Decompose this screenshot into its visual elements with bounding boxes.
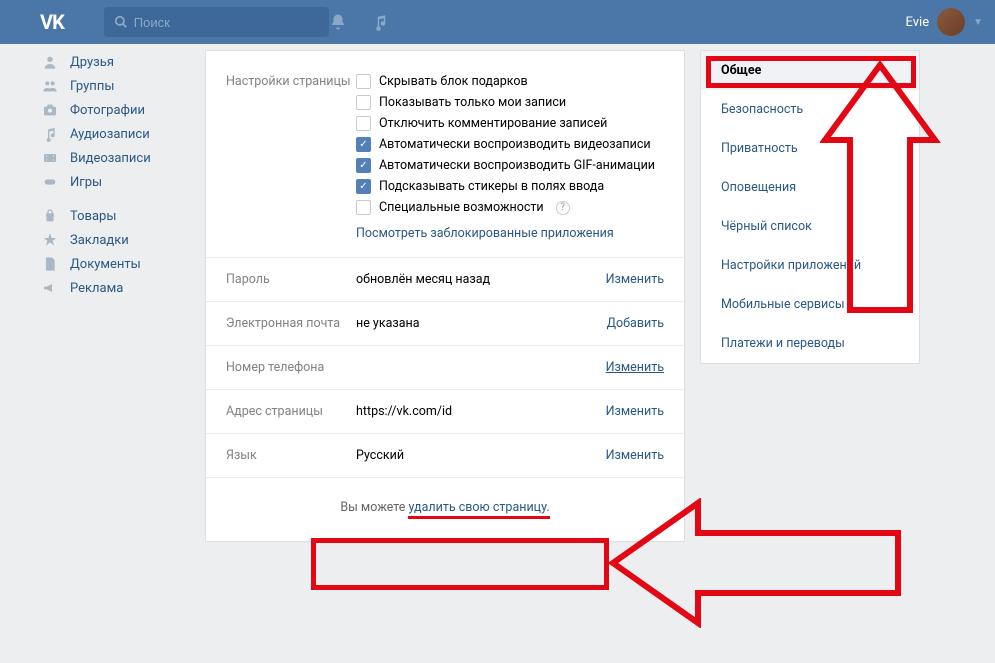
row-value: Русский bbox=[356, 448, 606, 463]
checkbox[interactable] bbox=[356, 74, 371, 89]
checkbox[interactable] bbox=[356, 95, 371, 110]
settings-panel: Настройки страницы Скрывать блок подарко… bbox=[205, 50, 685, 542]
checkbox-label: Подсказывать стикеры в полях ввода bbox=[379, 179, 604, 194]
video-icon bbox=[40, 150, 60, 166]
checkbox-label: Скрывать блок подарков bbox=[379, 74, 528, 89]
checkbox-row[interactable]: Подсказывать стикеры в полях ввода bbox=[356, 176, 664, 197]
row-label: Язык bbox=[226, 448, 356, 463]
row-action-link[interactable]: Добавить bbox=[607, 316, 664, 331]
chevron-down-icon: ▼ bbox=[973, 17, 983, 28]
avatar bbox=[937, 8, 965, 36]
left-sidebar: Друзья Группы Фотографии Аудиозаписи Вид… bbox=[40, 50, 190, 542]
sidebar-label: Фотографии bbox=[70, 103, 145, 118]
checkbox-row[interactable]: Отключить комментирование записей bbox=[356, 113, 664, 134]
sidebar-label: Группы bbox=[70, 79, 114, 94]
row-value: https://vk.com/id bbox=[356, 404, 606, 419]
row-label: Номер телефона bbox=[226, 360, 356, 375]
groups-icon bbox=[40, 78, 60, 94]
sidebar-label: Игры bbox=[70, 175, 102, 190]
page-settings-label: Настройки страницы bbox=[226, 71, 356, 241]
sidebar-item-market[interactable]: Товары bbox=[40, 204, 190, 228]
settings-row: Парольобновлён месяц назадИзменить bbox=[206, 257, 684, 301]
checkbox[interactable] bbox=[356, 116, 371, 131]
sidebar-item-games[interactable]: Игры bbox=[40, 170, 190, 194]
checkbox-label: Автоматически воспроизводить видеозаписи bbox=[379, 137, 651, 152]
settings-row: Электронная почтане указанаДобавить bbox=[206, 301, 684, 345]
delete-page-link[interactable]: удалить свою страницу. bbox=[408, 500, 549, 515]
row-action-link[interactable]: Изменить bbox=[606, 360, 664, 375]
sidebar-item-video[interactable]: Видеозаписи bbox=[40, 146, 190, 170]
checkbox-row[interactable]: Специальные возможности? bbox=[356, 197, 664, 218]
help-icon[interactable]: ? bbox=[556, 201, 570, 215]
view-blocked-apps-link[interactable]: Посмотреть заблокированные приложения bbox=[356, 218, 664, 241]
checkbox[interactable] bbox=[356, 200, 371, 215]
top-bar: VK Evie ▼ bbox=[0, 0, 995, 44]
sidebar-item-photos[interactable]: Фотографии bbox=[40, 98, 190, 122]
sidebar-label: Видеозаписи bbox=[70, 151, 151, 166]
checkbox[interactable] bbox=[356, 179, 371, 194]
row-action-link[interactable]: Изменить bbox=[606, 404, 664, 419]
settings-nav-item[interactable]: Платежи и переводы bbox=[701, 324, 919, 363]
star-icon bbox=[40, 232, 60, 248]
sidebar-item-friends[interactable]: Друзья bbox=[40, 50, 190, 74]
sidebar-label: Реклама bbox=[70, 281, 123, 296]
sidebar-label: Закладки bbox=[70, 233, 129, 248]
checkbox[interactable] bbox=[356, 137, 371, 152]
checkbox-row[interactable]: Автоматически воспроизводить видеозаписи bbox=[356, 134, 664, 155]
music-icon[interactable] bbox=[371, 13, 389, 31]
checkbox-row[interactable]: Показывать только мои записи bbox=[356, 92, 664, 113]
row-value: не указана bbox=[356, 316, 607, 331]
checkbox-label: Специальные возможности bbox=[379, 200, 544, 215]
checkbox-label: Отключить комментирование записей bbox=[379, 116, 607, 131]
sidebar-label: Аудиозаписи bbox=[70, 127, 150, 142]
annotation-arrow-left bbox=[608, 498, 908, 628]
settings-row: Номер телефона Изменить bbox=[206, 345, 684, 389]
user-name: Evie bbox=[906, 15, 930, 30]
row-action-link[interactable]: Изменить bbox=[606, 272, 664, 287]
vk-logo[interactable]: VK bbox=[40, 10, 64, 34]
sidebar-item-audio[interactable]: Аудиозаписи bbox=[40, 122, 190, 146]
megaphone-icon bbox=[40, 280, 60, 296]
checkbox-label: Автоматически воспроизводить GIF-анимаци… bbox=[379, 158, 655, 173]
music-note-icon bbox=[40, 126, 60, 142]
sidebar-label: Товары bbox=[70, 209, 116, 224]
checkbox[interactable] bbox=[356, 158, 371, 173]
row-label: Адрес страницы bbox=[226, 404, 356, 419]
sidebar-item-groups[interactable]: Группы bbox=[40, 74, 190, 98]
camera-icon bbox=[40, 102, 60, 118]
settings-row: ЯзыкРусскийИзменить bbox=[206, 433, 684, 477]
delete-prefix: Вы можете bbox=[340, 500, 408, 515]
row-value: обновлён месяц назад bbox=[356, 272, 606, 287]
friends-icon bbox=[40, 54, 60, 70]
settings-row: Адрес страницыhttps://vk.com/idИзменить bbox=[206, 389, 684, 433]
document-icon bbox=[40, 256, 60, 272]
annotation-box-delete bbox=[311, 538, 609, 590]
sidebar-label: Документы bbox=[70, 257, 141, 272]
checkbox-label: Показывать только мои записи bbox=[379, 95, 566, 110]
gamepad-icon bbox=[40, 174, 60, 190]
checkbox-row[interactable]: Автоматически воспроизводить GIF-анимаци… bbox=[356, 155, 664, 176]
sidebar-label: Друзья bbox=[70, 55, 114, 70]
notifications-icon[interactable] bbox=[329, 13, 347, 31]
annotation-arrow-up bbox=[820, 60, 950, 320]
bag-icon bbox=[40, 208, 60, 224]
search-input[interactable] bbox=[134, 15, 319, 30]
row-label: Электронная почта bbox=[226, 316, 356, 331]
sidebar-item-ads[interactable]: Реклама bbox=[40, 276, 190, 300]
sidebar-item-bookmarks[interactable]: Закладки bbox=[40, 228, 190, 252]
user-menu[interactable]: Evie ▼ bbox=[906, 8, 983, 36]
search-box[interactable] bbox=[104, 7, 329, 37]
checkbox-row[interactable]: Скрывать блок подарков bbox=[356, 71, 664, 92]
sidebar-item-docs[interactable]: Документы bbox=[40, 252, 190, 276]
search-icon bbox=[114, 15, 128, 29]
row-label: Пароль bbox=[226, 272, 356, 287]
row-action-link[interactable]: Изменить bbox=[606, 448, 664, 463]
page-settings-body: Скрывать блок подарков Показывать только … bbox=[356, 71, 664, 241]
